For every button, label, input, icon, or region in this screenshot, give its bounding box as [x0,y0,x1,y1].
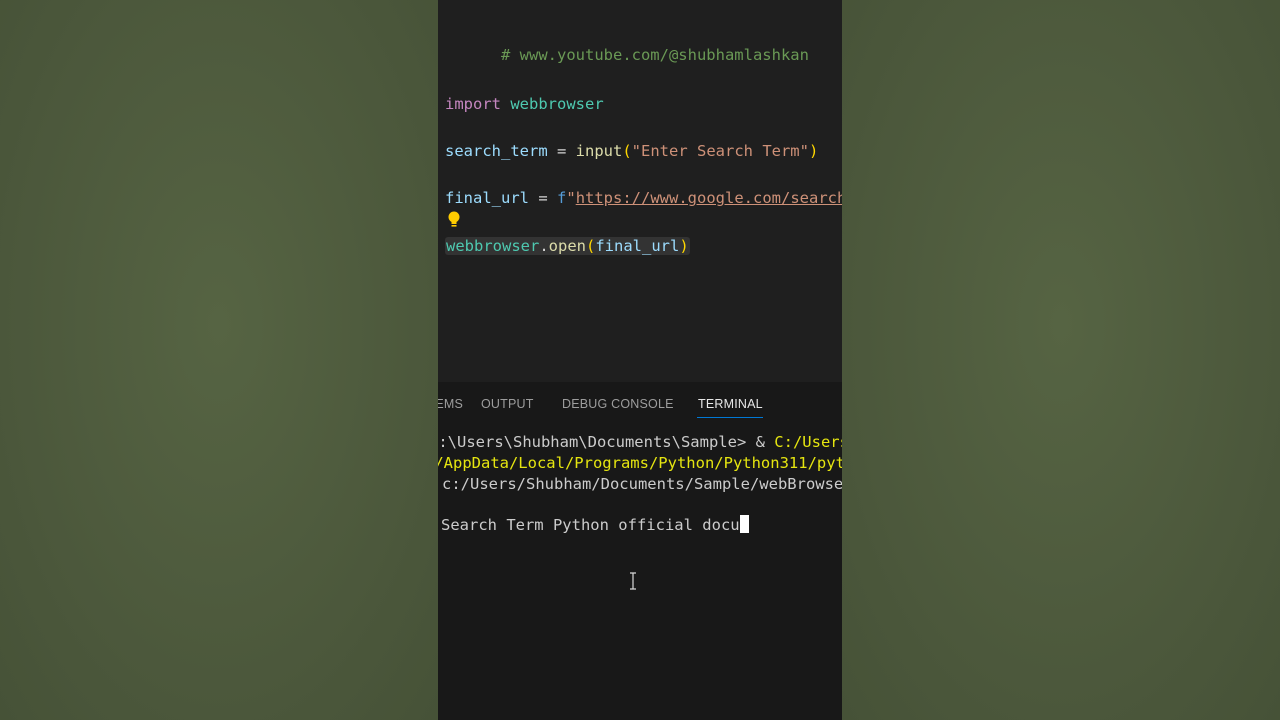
code-line-2[interactable]: import webbrowser [445,93,604,115]
terminal-line: Shubham/AppData/Local/Programs/Python/Py… [438,454,842,472]
variable-token: final_url [595,237,680,255]
code-line-3[interactable]: search_term = input("Enter Search Term") [445,140,818,162]
operator-token: = [547,142,576,160]
panel-tab-bar: PROBLEMS OUTPUT DEBUG CONSOLE TERMINAL [438,382,842,426]
module-token: webbrowser [510,95,604,113]
text-cursor [739,515,749,533]
paren-token: ) [679,237,689,255]
code-line-5[interactable]: webbrowser.open(final_url) [445,235,690,257]
code-editor[interactable]: # www.youtube.com/@shubhamlashkan import… [438,0,842,382]
background-right [842,0,1280,720]
variable-token: search_term [445,142,548,160]
tab-output[interactable]: OUTPUT [481,397,534,411]
function-token: input [575,142,623,160]
terminal-input-line[interactable]: Enter Search Term Python official docu [438,515,749,536]
terminal-output[interactable]: PS C:\Users\Shubham\Documents\Sample> & … [438,432,842,712]
background-left [0,0,438,720]
terminal-prompt: PS C:\Users\Shubham\Documents\Sample> & [438,433,775,451]
paren-token: ( [586,237,596,255]
quote-token: " [566,189,576,207]
tab-problems[interactable]: PROBLEMS [438,397,463,411]
operator-token: = [529,189,557,207]
string-token: "Enter Search Term" [631,142,809,160]
keyword-token: import [445,95,501,113]
vscode-window: # www.youtube.com/@shubhamlashkan import… [438,0,842,720]
variable-token: final_url [445,189,529,207]
ibeam-cursor-icon [630,572,636,590]
terminal-input-text: Enter Search Term Python official docu [440,516,740,534]
tab-terminal[interactable]: TERMINAL [698,397,763,411]
terminal-command: C:/Users/Shubham [774,433,842,451]
operator-token: . [539,237,549,255]
code-line-4[interactable]: final_url = f"https://www.google.com/sea… [445,187,842,209]
code-line-1[interactable]: # www.youtube.com/@shubhamlashkan [445,22,809,64]
fstring-prefix-token: f [557,189,567,207]
function-token: open [548,237,586,255]
paren-token: ( [622,142,632,160]
terminal-line: PS C:\Users\Shubham\Documents\Sample> & … [438,432,842,453]
url-link[interactable]: https://www.google.com/search [576,189,842,207]
lightbulb-icon[interactable] [447,210,461,230]
bottom-panel: PROBLEMS OUTPUT DEBUG CONSOLE TERMINAL P… [438,382,842,720]
selected-code[interactable]: webbrowser.open(final_url) [445,237,690,255]
terminal-line: c:/Users/Shubham/Documents/Sample/webBro… [442,475,842,493]
comment-token: # www.youtube.com/@shubhamlashkan [501,46,809,64]
paren-token: ) [808,142,819,160]
module-token: webbrowser [446,237,540,255]
tab-debug-console[interactable]: DEBUG CONSOLE [562,397,674,411]
active-tab-indicator [697,417,763,418]
